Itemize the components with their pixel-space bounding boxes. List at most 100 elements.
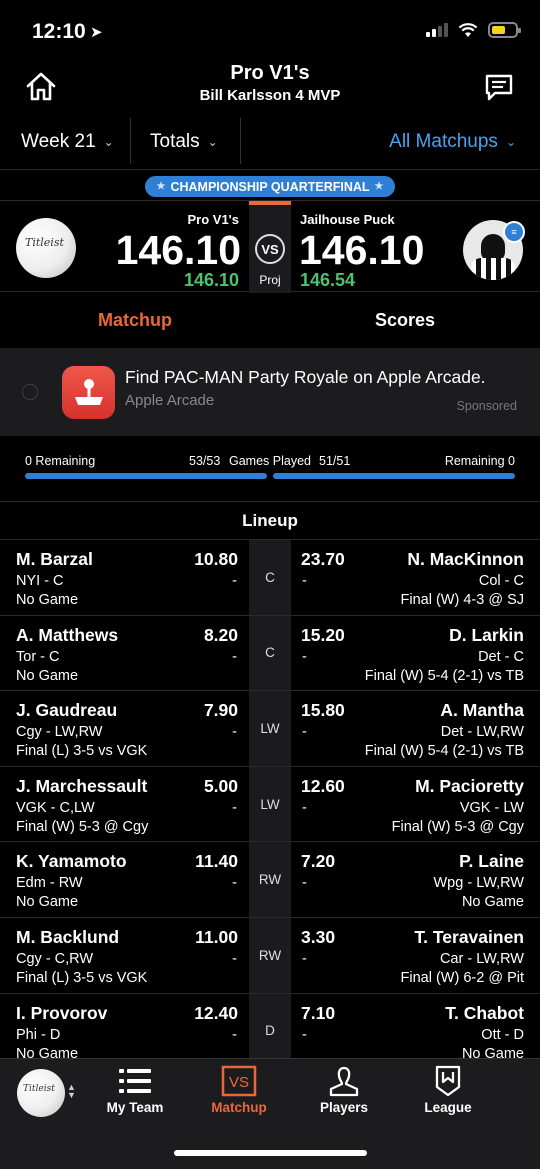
player-team-right: Ott - D: [481, 1026, 524, 1043]
team-name-left: Pro V1's: [187, 212, 239, 227]
tab-scores[interactable]: Scores: [270, 292, 540, 348]
nav-players[interactable]: Players: [294, 1065, 394, 1115]
shield-icon: [435, 1065, 461, 1097]
lineup-list: M. Barzal 10.80 NYI - C - No Game C 23.7…: [0, 540, 540, 1058]
player-name-left[interactable]: A. Matthews: [16, 625, 118, 646]
ad-choices-icon[interactable]: [22, 384, 38, 400]
nav-players-label: Players: [319, 1100, 369, 1115]
message-badge-icon[interactable]: ≡: [503, 221, 525, 243]
right-remaining: Remaining 0: [444, 454, 515, 468]
player-team-left: Edm - RW: [16, 875, 83, 892]
right-played: 51/51: [319, 454, 351, 468]
person-icon: [329, 1066, 359, 1097]
player-team-left: VGK - C,LW: [16, 799, 95, 816]
nav-my-team[interactable]: My Team: [85, 1065, 185, 1115]
position-label: C: [249, 540, 291, 615]
player-points-right: 12.60: [301, 775, 345, 796]
nav-my-team-label: My Team: [106, 1100, 164, 1115]
player-name-right[interactable]: M. Pacioretty: [415, 776, 524, 797]
player-team-right: Wpg - LW,RW: [433, 875, 525, 892]
lineup-row[interactable]: I. Provorov 12.40 Phi - D - No Game D 7.…: [0, 993, 540, 1058]
nav-matchup[interactable]: VS Matchup: [189, 1065, 289, 1115]
player-name-right[interactable]: A. Mantha: [440, 700, 524, 721]
player-name-right[interactable]: D. Larkin: [449, 625, 524, 646]
matchup-scoreboard: Titleist Pro V1's 146.10 146.10 VS Proj …: [0, 200, 540, 293]
player-points-left: 11.00: [195, 926, 238, 947]
player-proj-left: -: [232, 648, 237, 665]
player-name-right[interactable]: N. MacKinnon: [407, 549, 524, 570]
player-points-left: 12.40: [194, 1002, 238, 1023]
player-name-right[interactable]: P. Laine: [459, 851, 524, 872]
ad-subtitle: Apple Arcade: [125, 392, 215, 409]
sort-arrows-icon[interactable]: ▲ ▼: [67, 1083, 76, 1100]
team-name-right: Jailhouse Puck: [300, 212, 395, 227]
page-subtitle: Bill Karlsson 4 MVP: [199, 87, 341, 104]
player-name-left[interactable]: K. Yamamoto: [16, 851, 127, 872]
player-game-right: No Game: [461, 894, 524, 911]
player-points-right: 7.20: [301, 851, 336, 872]
player-name-left[interactable]: M. Backlund: [16, 927, 119, 948]
lineup-row[interactable]: J. Gaudreau 7.90 Cgy - LW,RW - Final (L)…: [0, 691, 540, 767]
player-game-right: Final (W) 5-3 @ Cgy: [391, 818, 524, 835]
games-played-label: Games Played: [229, 454, 311, 468]
player-name-right[interactable]: T. Teravainen: [414, 927, 524, 948]
week-dropdown[interactable]: Week 21 ⌄: [21, 118, 114, 166]
player-team-right: Det - LW,RW: [440, 724, 524, 741]
player-proj-left: -: [232, 573, 237, 589]
championship-badge: ★ CHAMPIONSHIP QUARTERFINAL ★: [145, 176, 395, 197]
player-game-right: Final (W) 5-4 (2-1) vs TB: [364, 667, 524, 684]
player-proj-right: -: [302, 799, 307, 816]
player-game-right: Final (W) 4-3 @ SJ: [400, 592, 524, 608]
lineup-row[interactable]: J. Marchessault 5.00 VGK - C,LW - Final …: [0, 766, 540, 843]
player-team-left: NYI - C: [16, 573, 64, 589]
player-points-right: 23.70: [301, 549, 345, 569]
lineup-row[interactable]: M. Barzal 10.80 NYI - C - No Game C 23.7…: [0, 540, 540, 616]
player-name-left[interactable]: J. Marchessault: [16, 776, 147, 797]
proj-label: Proj: [259, 273, 281, 287]
player-name-left[interactable]: M. Barzal: [16, 549, 93, 570]
player-proj-left: -: [232, 1026, 237, 1043]
player-team-right: Det - C: [478, 648, 524, 665]
player-team-right: VGK - LW: [459, 799, 524, 816]
nav-league[interactable]: League: [398, 1065, 498, 1115]
chat-icon[interactable]: [482, 70, 516, 104]
sponsored-ad[interactable]: Find PAC-MAN Party Royale on Apple Arcad…: [0, 348, 540, 436]
left-remaining: 0 Remaining: [25, 454, 96, 468]
filter-bar: Week 21 ⌄ Totals ⌄ All Matchups ⌄: [0, 118, 540, 170]
player-name-left[interactable]: I. Provorov: [16, 1003, 107, 1024]
wifi-icon: [458, 22, 478, 37]
lineup-row[interactable]: M. Backlund 11.00 Cgy - C,RW - Final (L)…: [0, 917, 540, 994]
player-points-left: 7.90: [203, 700, 238, 721]
vs-column: VS Proj: [249, 201, 291, 293]
progress-bar-right: [273, 473, 515, 479]
status-time: 12:10: [32, 20, 86, 43]
position-label: RW: [249, 842, 291, 917]
team-logo-left[interactable]: Titleist: [16, 218, 76, 278]
team-switcher-logo[interactable]: Titleist: [17, 1069, 65, 1117]
home-indicator[interactable]: [174, 1150, 367, 1156]
player-points-right: 3.30: [301, 926, 336, 947]
lineup-row[interactable]: A. Matthews 8.20 Tor - C - No Game C 15.…: [0, 615, 540, 692]
page-title: Pro V1's: [230, 62, 310, 84]
totals-dropdown[interactable]: Totals ⌄: [150, 118, 218, 166]
tab-matchup[interactable]: Matchup: [0, 292, 270, 348]
list-icon: [119, 1069, 151, 1093]
player-team-right: Col - C: [478, 573, 524, 589]
matchups-label: All Matchups: [389, 131, 498, 152]
player-points-left: 10.80: [194, 549, 238, 569]
star-icon: ★: [374, 181, 384, 192]
projection-right: 146.54: [300, 270, 356, 290]
player-game-left: No Game: [16, 894, 79, 911]
player-proj-left: -: [232, 875, 237, 892]
vs-icon: VS: [255, 234, 285, 264]
player-game-left: No Game: [16, 1045, 79, 1058]
matchups-dropdown[interactable]: All Matchups ⌄: [389, 118, 516, 166]
player-name-left[interactable]: J. Gaudreau: [16, 700, 117, 721]
player-proj-right: -: [302, 1026, 307, 1043]
week-label: Week 21: [21, 131, 96, 152]
player-name-right[interactable]: T. Chabot: [445, 1003, 524, 1024]
lineup-row[interactable]: K. Yamamoto 11.40 Edm - RW - No Game RW …: [0, 842, 540, 918]
player-points-right: 7.10: [301, 1002, 336, 1023]
player-proj-right: -: [302, 724, 307, 741]
player-points-left: 11.40: [195, 851, 238, 872]
